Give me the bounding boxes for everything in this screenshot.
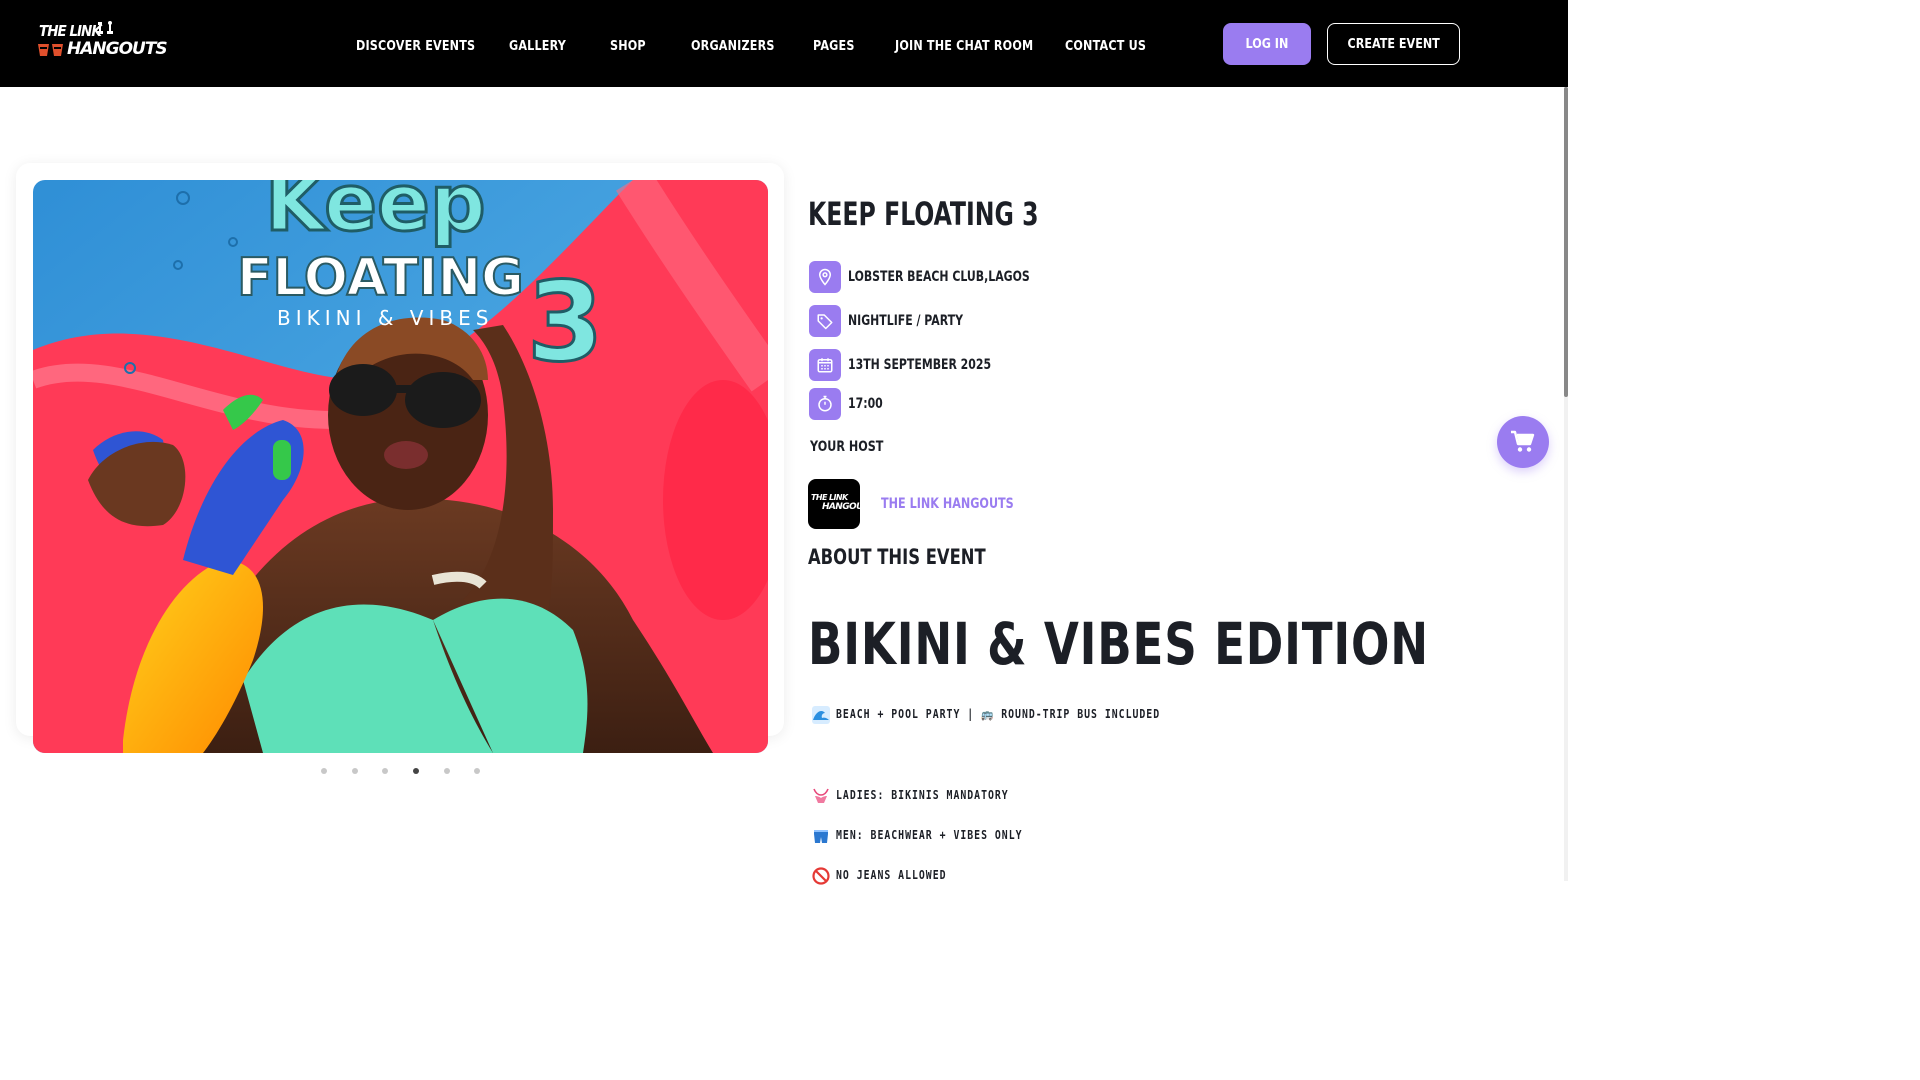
feature-text: MEN: BEACHWEAR + VIBES ONLY [836,828,1023,842]
poster-subtitle: BIKINI & VIBES [277,306,493,330]
host-avatar-line2: HANGOUTS [822,502,875,512]
poster-title-number: 3 [527,258,604,386]
nav-gallery[interactable]: GALLERY [509,39,566,54]
event-location: LOBSTER BEACH CLUB,LAGOS [848,269,1030,285]
bikini-icon [813,788,829,803]
cart-button[interactable] [1497,416,1549,468]
nav-shop[interactable]: SHOP [610,39,646,54]
host-avatar[interactable]: THE LINK HANGOUTS [808,479,875,529]
drink-cups-icon [38,44,63,56]
nav-join-chat-room[interactable]: JOIN THE CHAT ROOM [895,39,1033,54]
create-event-button-label: CREATE EVENT [1347,36,1440,52]
carousel-dot[interactable] [474,768,480,774]
logo-text-line2: HANGOUTS [67,39,168,59]
event-title: KEEP FLOATING 3 [808,195,1039,233]
carousel-dot[interactable] [321,768,327,774]
top-navbar: THE LINK HANGOUTS DISCOVER EVENTS GALLER… [0,0,1568,87]
page-scrollbar[interactable] [1564,87,1568,881]
nav-discover-events[interactable]: DISCOVER EVENTS [356,39,475,54]
feature-text: LADIES: BIKINIS MANDATORY [836,788,1009,802]
shopping-cart-icon [1511,430,1535,452]
host-section-label: YOUR HOST [810,439,884,455]
calendar-icon [809,349,841,381]
event-headline: BIKINI & VIBES EDITION [808,610,1429,678]
carousel-dot-active[interactable] [413,768,419,774]
host-avatar-line1: THE LINK [811,493,848,502]
event-category: NIGHTLIFE / PARTY [848,313,964,329]
event-date: 13TH SEPTEMBER 2025 [848,357,992,373]
host-name-link[interactable]: THE LINK HANGOUTS [881,496,1014,512]
carousel-dot[interactable] [352,768,358,774]
login-button-label: LOG IN [1245,36,1289,52]
poster-artwork: Keep FLOATING 3 BIKINI & VIBES [33,180,768,753]
event-time: 17:00 [848,396,883,412]
carousel-dot[interactable] [444,768,450,774]
logo-text-line1: THE LINK [39,22,102,40]
nav-pages[interactable]: PAGES [813,39,855,54]
nav-organizers[interactable]: ORGANIZERS [691,39,775,54]
scrollbar-thumb[interactable] [1564,87,1568,397]
about-section-heading: ABOUT THIS EVENT [808,545,986,569]
create-event-button[interactable]: CREATE EVENT [1327,23,1460,65]
carousel-dots [315,768,490,778]
chess-pieces-icon [97,21,113,34]
feature-text: BEACH + POOL PARTY | 🚌 ROUND-TRIP BUS IN… [836,707,1161,721]
tag-icon [809,305,841,337]
site-logo[interactable]: THE LINK HANGOUTS [37,20,168,62]
poster-title-keep: Keep [265,180,486,249]
carousel-dot[interactable] [382,768,388,774]
nav-contact-us[interactable]: CONTACT US [1065,39,1146,54]
no-entry-icon [812,867,830,885]
feature-text: NO JEANS ALLOWED [836,868,947,882]
stopwatch-icon [809,388,841,420]
shorts-icon [814,830,828,843]
login-button[interactable]: LOG IN [1223,23,1311,65]
event-poster-image[interactable]: Keep FLOATING 3 BIKINI & VIBES [33,180,768,753]
poster-title-floating: FLOATING [237,248,524,308]
location-pin-icon [809,261,841,293]
wave-icon [812,706,830,724]
